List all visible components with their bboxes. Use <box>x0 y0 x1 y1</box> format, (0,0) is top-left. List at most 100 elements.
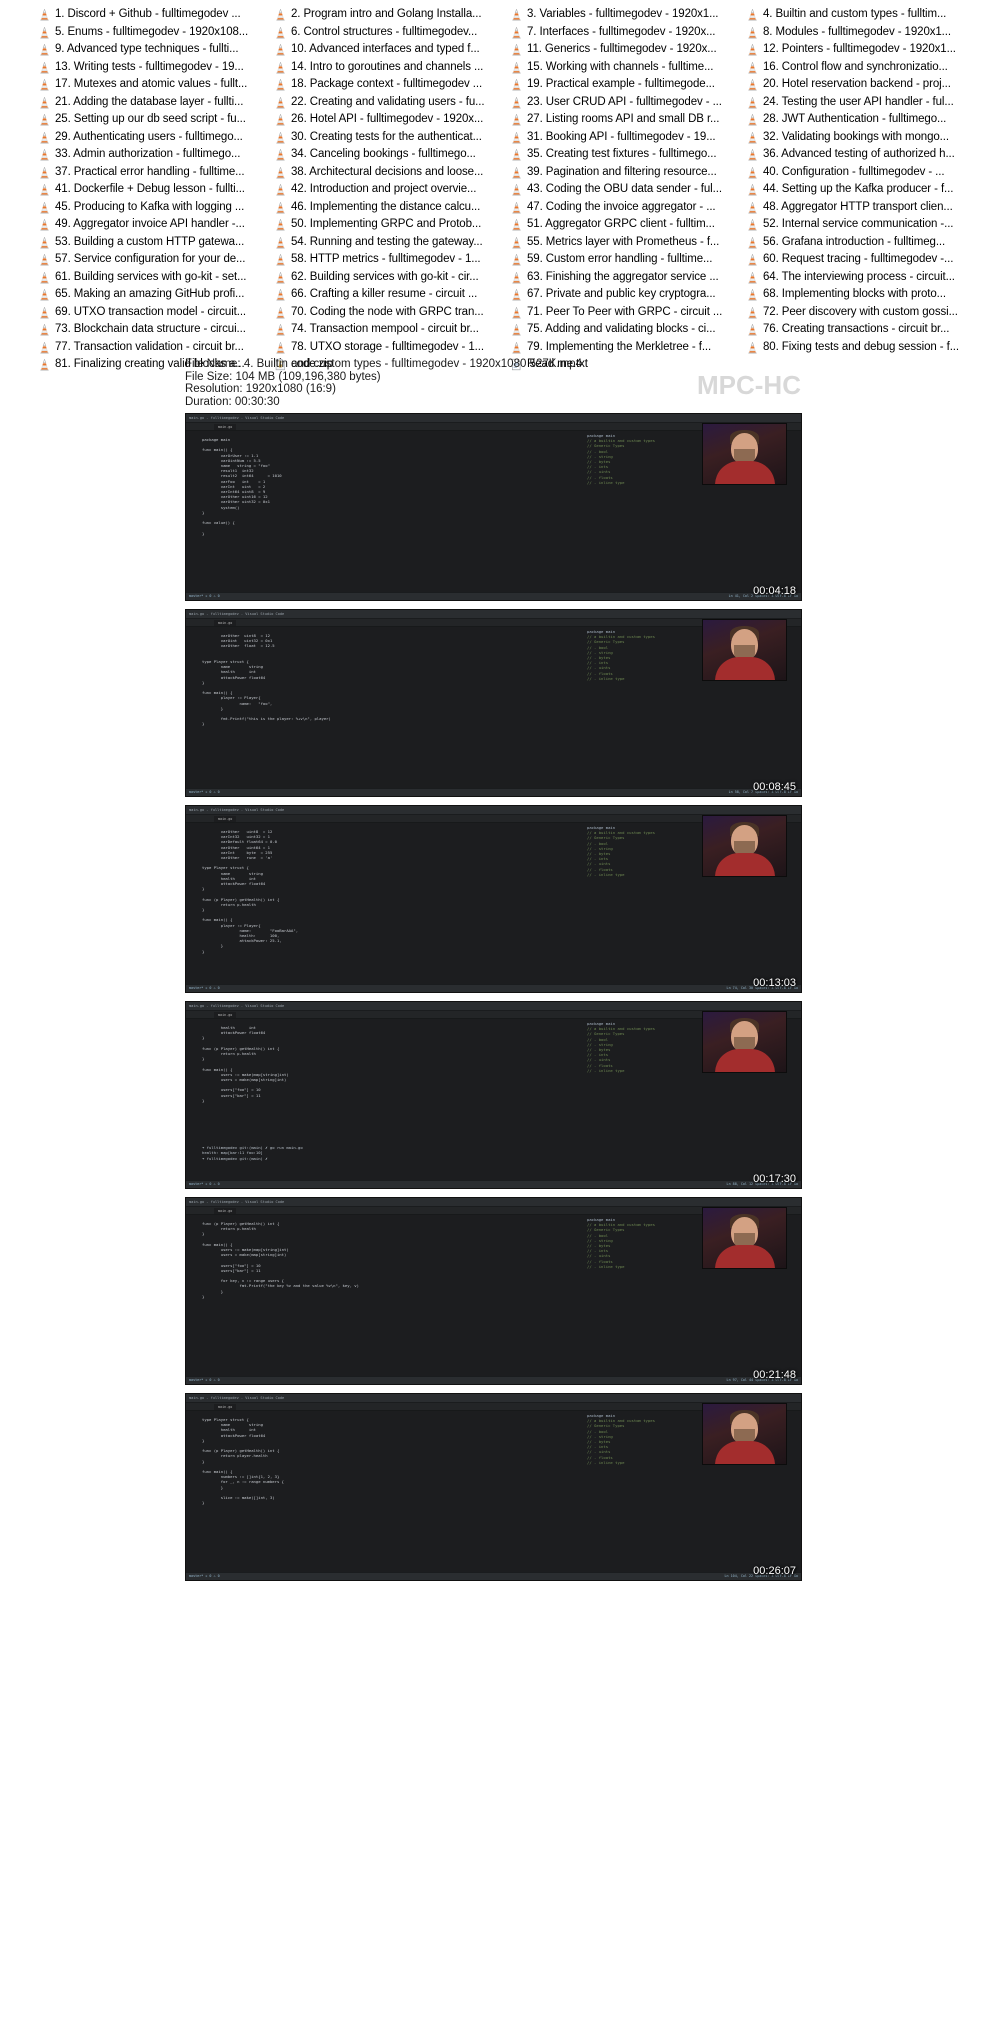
file-list-item-label: 17. Mutexes and atomic values - fullt... <box>55 78 248 90</box>
file-list-item[interactable]: 32. Validating bookings with mongo... <box>746 129 982 147</box>
file-list-item[interactable]: 29. Authenticating users - fulltimego... <box>38 129 274 147</box>
file-list-item[interactable]: 21. Adding the database layer - fullti..… <box>38 94 274 112</box>
file-list-item[interactable]: 45. Producing to Kafka with logging ... <box>38 199 274 217</box>
vlc-cone-icon <box>276 219 285 231</box>
editor-tab[interactable]: main.go <box>214 816 237 822</box>
duration-value: 00:30:30 <box>234 395 280 408</box>
file-list-item[interactable]: 64. The interviewing process - circuit..… <box>746 269 982 287</box>
file-list-item[interactable]: 8. Modules - fulltimegodev - 1920x1... <box>746 24 982 42</box>
file-list-item[interactable]: 33. Admin authorization - fulltimego... <box>38 146 274 164</box>
file-list-item[interactable]: 36. Advanced testing of authorized h... <box>746 146 982 164</box>
file-list-item[interactable]: 63. Finishing the aggregator service ... <box>510 269 746 287</box>
file-list-item[interactable]: 20. Hotel reservation backend - proj... <box>746 76 982 94</box>
file-list-item[interactable]: 48. Aggregator HTTP transport clien... <box>746 199 982 217</box>
file-list-item-label: 15. Working with channels - fulltime... <box>527 60 714 73</box>
file-list-item[interactable]: 28. JWT Authentication - fulltimego... <box>746 111 982 129</box>
file-list-item[interactable]: 74. Transaction mempool - circuit br... <box>274 321 510 339</box>
vlc-cone-icon <box>748 324 757 336</box>
file-list-item[interactable]: 55. Metrics layer with Prometheus - f... <box>510 234 746 252</box>
file-list-item[interactable]: 35. Creating test fixtures - fulltimego.… <box>510 146 746 164</box>
file-list-item[interactable]: 9. Advanced type techniques - fullti... <box>38 41 274 59</box>
file-list-item[interactable]: 16. Control flow and synchronizatio... <box>746 59 982 77</box>
file-list-item[interactable]: 4. Builtin and custom types - fulltim... <box>746 6 982 24</box>
editor-statusbar: master* ✕ 0 ⚠ 0 Ln 97, Col 44 Spaces: 4 U… <box>186 1376 801 1384</box>
file-list-item[interactable]: 11. Generics - fulltimegodev - 1920x... <box>510 41 746 59</box>
editor-tab[interactable]: main.go <box>214 1208 237 1214</box>
file-list-item[interactable]: 37. Practical error handling - fulltime.… <box>38 164 274 182</box>
file-list-item[interactable]: 73. Blockchain data structure - circui..… <box>38 321 274 339</box>
file-list-item[interactable]: 39. Pagination and filtering resource... <box>510 164 746 182</box>
file-list-item[interactable]: 6. Control structures - fulltimegodev... <box>274 24 510 42</box>
video-thumbnail: main.go - fulltimegodev - Visual Studio … <box>185 413 802 601</box>
file-list-item[interactable]: 47. Coding the invoice aggregator - ... <box>510 199 746 217</box>
file-list-item[interactable]: 3. Variables - fulltimegodev - 1920x1... <box>510 6 746 24</box>
file-list-item[interactable]: 14. Intro to goroutines and channels ... <box>274 59 510 77</box>
file-list-item[interactable]: 79. Implementing the Merkletree - f... <box>510 339 746 357</box>
file-list-item[interactable]: 44. Setting up the Kafka producer - f... <box>746 181 982 199</box>
file-list-item[interactable]: 22. Creating and validating users - fu..… <box>274 94 510 112</box>
file-list-item[interactable]: 65. Making an amazing GitHub profi... <box>38 286 274 304</box>
file-list-item[interactable]: 19. Practical example - fulltimegode... <box>510 76 746 94</box>
file-list-item[interactable]: 41. Dockerfile + Debug lesson - fullti..… <box>38 181 274 199</box>
editor-titlebar: main.go - fulltimegodev - Visual Studio … <box>186 806 801 815</box>
file-list-item[interactable]: 53. Building a custom HTTP gatewa... <box>38 234 274 252</box>
file-list-item[interactable]: 34. Canceling bookings - fulltimego... <box>274 146 510 164</box>
file-list-item[interactable]: 23. User CRUD API - fulltimegodev - ... <box>510 94 746 112</box>
file-list-item[interactable]: 77. Transaction validation - circuit br.… <box>38 339 274 357</box>
file-list-item[interactable]: 80. Fixing tests and debug session - f..… <box>746 339 982 357</box>
file-list-item[interactable]: 60. Request tracing - fulltimegodev -... <box>746 251 982 269</box>
file-list-item[interactable]: 5. Enums - fulltimegodev - 1920x108... <box>38 24 274 42</box>
file-list-item[interactable]: 49. Aggregator invoice API handler -... <box>38 216 274 234</box>
file-list-item[interactable]: 69. UTXO transaction model - circuit... <box>38 304 274 322</box>
file-list-item[interactable]: 50. Implementing GRPC and Protob... <box>274 216 510 234</box>
file-list-item[interactable]: 62. Building services with go-kit - cir.… <box>274 269 510 287</box>
file-list-item[interactable]: 70. Coding the node with GRPC tran... <box>274 304 510 322</box>
file-list-item[interactable]: 57. Service configuration for your de... <box>38 251 274 269</box>
file-list-item[interactable]: 1. Discord + Github - fulltimegodev ... <box>38 6 274 24</box>
file-list-item[interactable]: 43. Coding the OBU data sender - ful... <box>510 181 746 199</box>
file-list-item[interactable]: 56. Grafana introduction - fulltimeg... <box>746 234 982 252</box>
file-list-item[interactable]: 66. Crafting a killer resume - circuit .… <box>274 286 510 304</box>
file-list-item[interactable]: 15. Working with channels - fulltime... <box>510 59 746 77</box>
file-list-item[interactable]: 38. Architectural decisions and loose... <box>274 164 510 182</box>
file-list-item[interactable]: 17. Mutexes and atomic values - fullt... <box>38 76 274 94</box>
file-list-item-label: 30. Creating tests for the authenticat..… <box>291 130 482 143</box>
webcam-body <box>715 1441 775 1464</box>
file-list-item[interactable]: 46. Implementing the distance calcu... <box>274 199 510 217</box>
file-list-item[interactable]: 31. Booking API - fulltimegodev - 19... <box>510 129 746 147</box>
file-list-item[interactable]: 68. Implementing blocks with proto... <box>746 286 982 304</box>
file-list-item[interactable]: 76. Creating transactions - circuit br..… <box>746 321 982 339</box>
editor-tab[interactable]: main.go <box>214 1404 237 1410</box>
vlc-cone-icon <box>748 254 757 266</box>
file-list-item[interactable]: 24. Testing the user API handler - ful..… <box>746 94 982 112</box>
file-list-item[interactable]: 27. Listing rooms API and small DB r... <box>510 111 746 129</box>
file-list-item[interactable]: 78. UTXO storage - fulltimegodev - 1... <box>274 339 510 357</box>
file-list-item[interactable]: 25. Setting up our db seed script - fu..… <box>38 111 274 129</box>
editor-tab[interactable]: main.go <box>214 1012 237 1018</box>
file-list-item[interactable]: 72. Peer discovery with custom gossi... <box>746 304 982 322</box>
editor-gutter <box>186 1215 200 1376</box>
file-list-item[interactable]: 30. Creating tests for the authenticat..… <box>274 129 510 147</box>
file-list-item[interactable]: 26. Hotel API - fulltimegodev - 1920x... <box>274 111 510 129</box>
file-list-item[interactable]: 42. Introduction and project overvie... <box>274 181 510 199</box>
editor-right-pane: package main// a builtin and custom type… <box>587 825 703 877</box>
file-list-item[interactable]: 67. Private and public key cryptogra... <box>510 286 746 304</box>
editor-tab[interactable]: main.go <box>214 424 237 430</box>
file-list-item[interactable]: 12. Pointers - fulltimegodev - 1920x1... <box>746 41 982 59</box>
editor-tab[interactable]: main.go <box>214 620 237 626</box>
file-list-item[interactable]: 10. Advanced interfaces and typed f... <box>274 41 510 59</box>
file-list-item[interactable]: 71. Peer To Peer with GRPC - circuit ... <box>510 304 746 322</box>
file-list-item[interactable]: 61. Building services with go-kit - set.… <box>38 269 274 287</box>
file-list-item[interactable]: 59. Custom error handling - fulltime... <box>510 251 746 269</box>
file-list-item[interactable]: 75. Adding and validating blocks - ci... <box>510 321 746 339</box>
file-list-item[interactable]: 7. Interfaces - fulltimegodev - 1920x... <box>510 24 746 42</box>
file-list-item[interactable]: 52. Internal service communication -... <box>746 216 982 234</box>
file-list-item-label: 22. Creating and validating users - fu..… <box>291 95 485 108</box>
file-list-item[interactable]: 51. Aggregator GRPC client - fulltim... <box>510 216 746 234</box>
file-list-item[interactable]: 54. Running and testing the gateway... <box>274 234 510 252</box>
file-list-item[interactable]: 2. Program intro and Golang Installa... <box>274 6 510 24</box>
file-list-item[interactable]: 58. HTTP metrics - fulltimegodev - 1... <box>274 251 510 269</box>
file-list-item[interactable]: 18. Package context - fulltimegodev ... <box>274 76 510 94</box>
file-list-item[interactable]: 13. Writing tests - fulltimegodev - 19..… <box>38 59 274 77</box>
file-list-item[interactable]: 40. Configuration - fulltimegodev - ... <box>746 164 982 182</box>
